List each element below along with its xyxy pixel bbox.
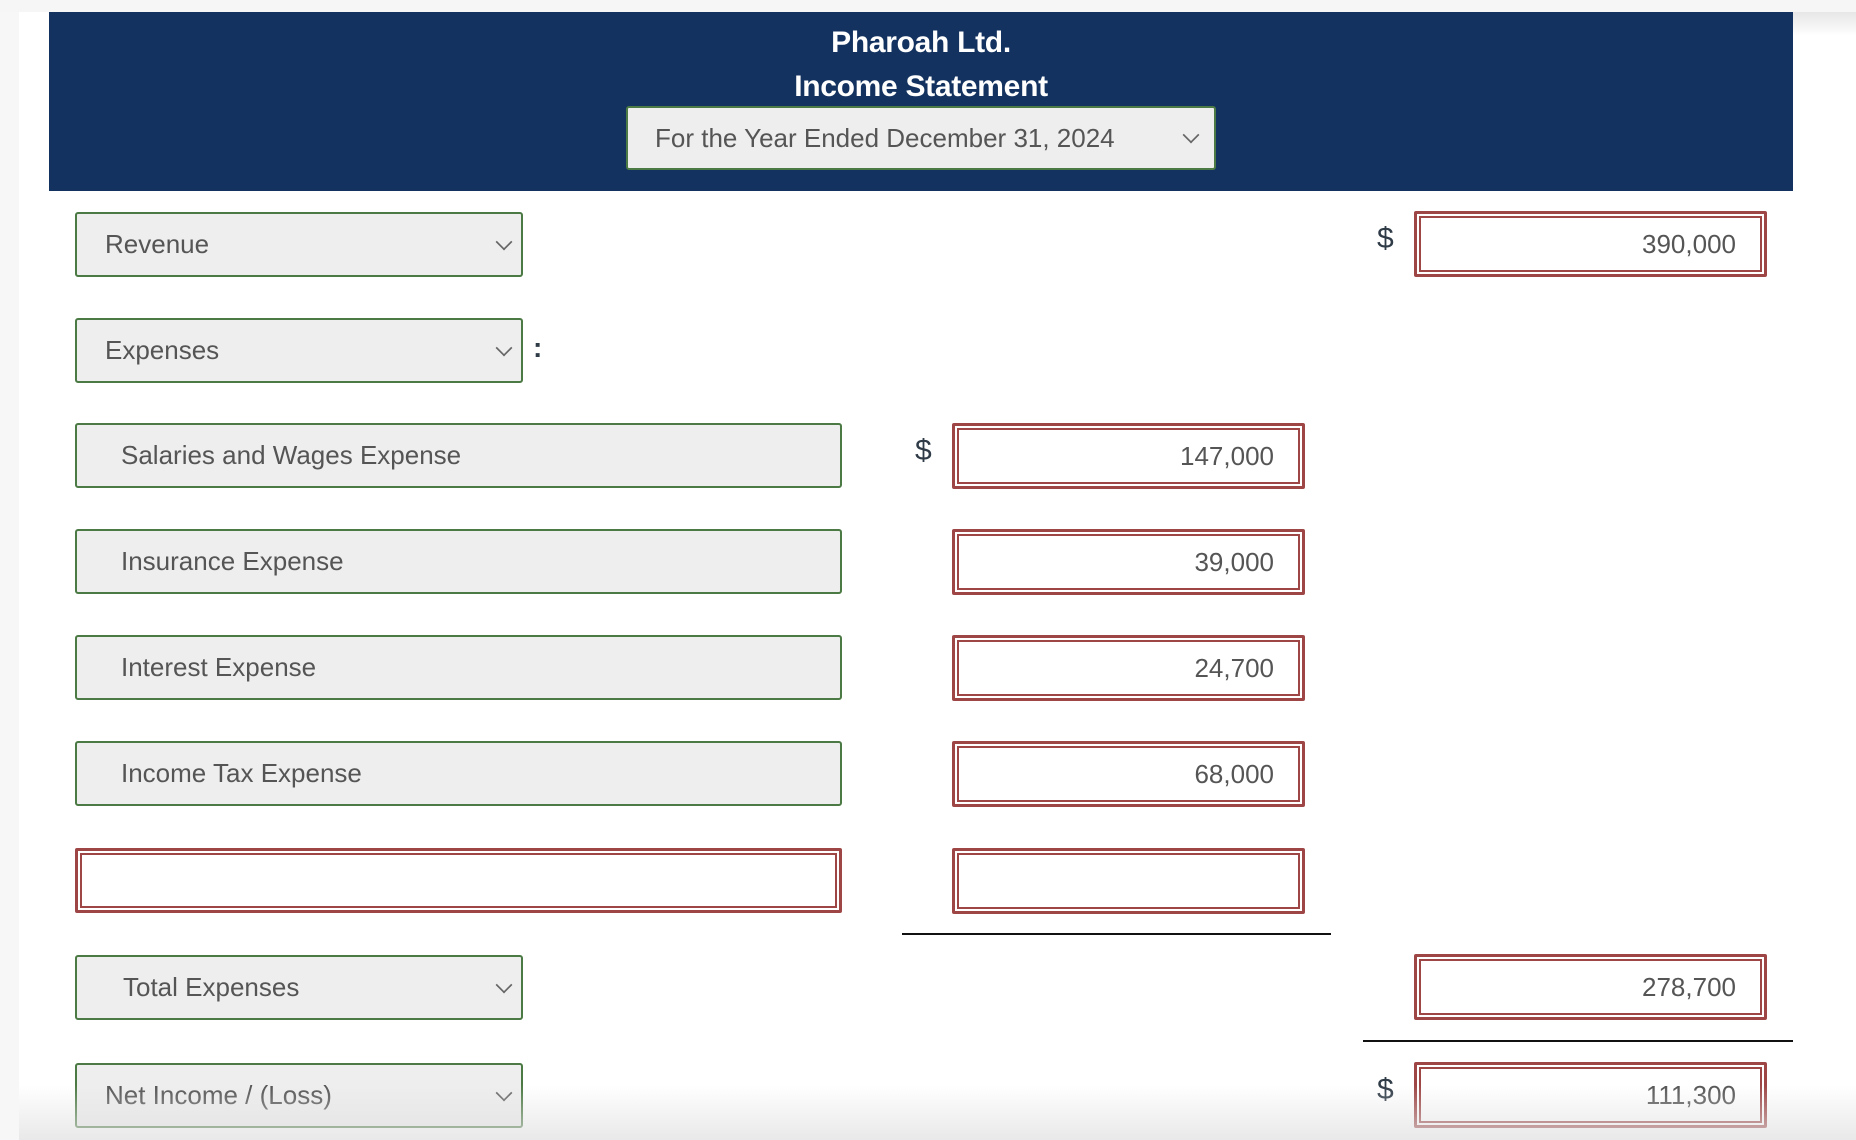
total-expenses-label: Total Expenses bbox=[123, 972, 300, 1002]
chevron-down-icon bbox=[495, 233, 513, 250]
chevron-down-icon bbox=[1182, 126, 1200, 144]
dollar-sign: $ bbox=[1377, 222, 1394, 255]
revenue-label-value: Revenue bbox=[105, 229, 210, 259]
expense-amount-input[interactable]: 39,000 bbox=[952, 529, 1305, 595]
expense-account-field[interactable]: Salaries and Wages Expense bbox=[75, 423, 842, 488]
total-expenses-input[interactable]: 278,700 bbox=[1414, 954, 1767, 1020]
expense-amount-value: 68,000 bbox=[1194, 758, 1274, 789]
expense-account-input-empty[interactable] bbox=[75, 848, 842, 913]
net-income-select[interactable]: Net Income / (Loss) bbox=[75, 1063, 523, 1128]
dollar-sign: $ bbox=[915, 434, 932, 467]
net-income-input[interactable]: 111,300 bbox=[1414, 1062, 1767, 1128]
statement-title: Income Statement bbox=[794, 70, 1048, 103]
chevron-down-icon bbox=[495, 339, 513, 356]
net-income-value: 111,300 bbox=[1645, 1079, 1736, 1110]
expense-account-value: Salaries and Wages Expense bbox=[121, 440, 462, 470]
expense-account-field[interactable]: Interest Expense bbox=[75, 635, 842, 700]
expense-account-field[interactable]: Insurance Expense bbox=[75, 529, 842, 594]
expense-amount-value: 39,000 bbox=[1194, 546, 1274, 577]
total-rule bbox=[1363, 1040, 1793, 1042]
period-select-value: For the Year Ended December 31, 2024 bbox=[655, 122, 1115, 153]
expense-account-field[interactable]: Income Tax Expense bbox=[75, 741, 842, 806]
expense-amount-value: 147,000 bbox=[1180, 440, 1274, 471]
total-expenses-value: 278,700 bbox=[1642, 971, 1736, 1002]
left-panel-edge bbox=[0, 12, 19, 1140]
statement-header: Pharoah Ltd. Income Statement For the Ye… bbox=[49, 12, 1793, 191]
revenue-amount-value: 390,000 bbox=[1642, 228, 1736, 259]
chevron-down-icon bbox=[495, 1084, 513, 1101]
company-name: Pharoah Ltd. bbox=[831, 26, 1011, 59]
expenses-label-value: Expenses bbox=[105, 335, 220, 365]
dollar-sign: $ bbox=[1377, 1073, 1394, 1106]
chevron-down-icon bbox=[495, 976, 513, 993]
expense-amount-input[interactable]: 147,000 bbox=[952, 423, 1305, 489]
revenue-label-select[interactable]: Revenue bbox=[75, 212, 523, 277]
expense-amount-input[interactable]: 68,000 bbox=[952, 741, 1305, 807]
net-income-label: Net Income / (Loss) bbox=[105, 1080, 332, 1110]
expense-amount-input-empty[interactable] bbox=[952, 848, 1305, 914]
top-bar bbox=[0, 0, 1856, 12]
subtotal-rule bbox=[902, 933, 1331, 935]
expense-amount-value: 24,700 bbox=[1194, 652, 1274, 683]
revenue-amount-input[interactable]: 390,000 bbox=[1414, 211, 1767, 277]
top-bar-shadow bbox=[1793, 12, 1856, 36]
expense-account-value: Insurance Expense bbox=[121, 546, 344, 576]
total-expenses-select[interactable]: Total Expenses bbox=[75, 955, 523, 1020]
period-select[interactable]: For the Year Ended December 31, 2024 bbox=[626, 106, 1216, 170]
expense-account-value: Interest Expense bbox=[121, 652, 317, 682]
expenses-label-select[interactable]: Expenses bbox=[75, 318, 523, 383]
expense-amount-input[interactable]: 24,700 bbox=[952, 635, 1305, 701]
expense-account-value: Income Tax Expense bbox=[121, 758, 362, 788]
colon: : bbox=[533, 332, 543, 363]
